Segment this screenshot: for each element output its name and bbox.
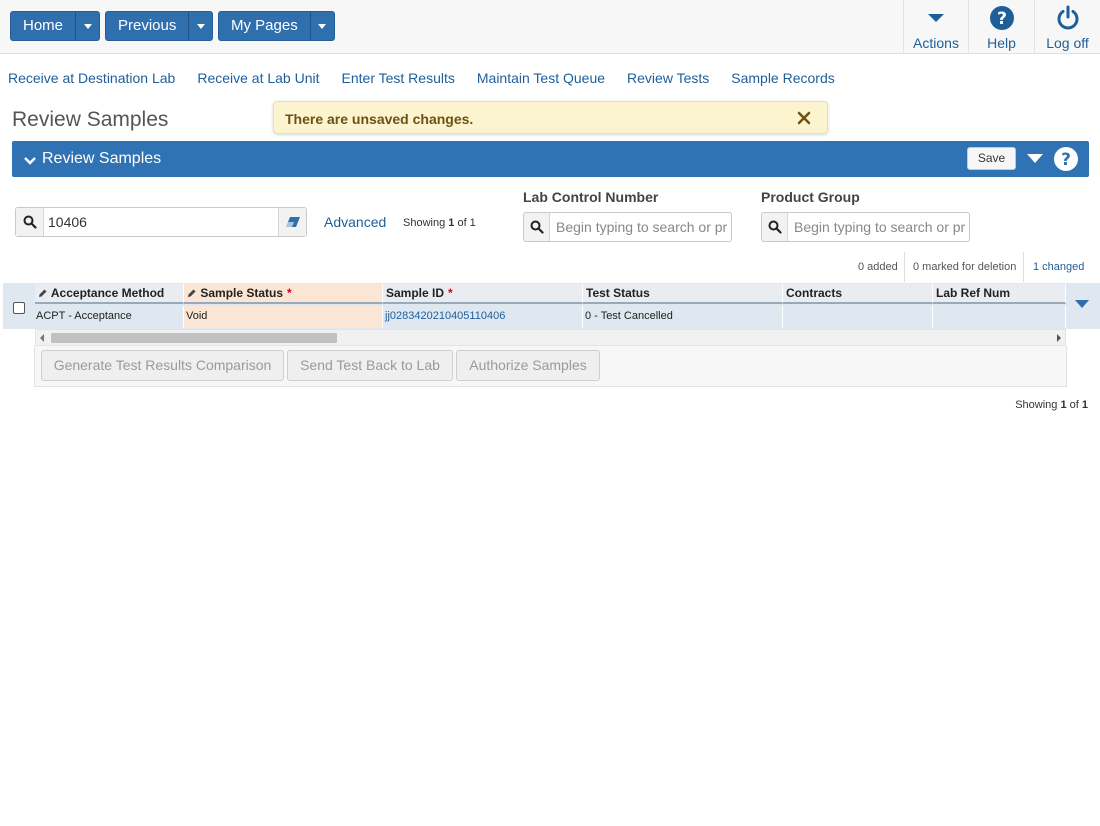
top-navigation-bar: Home Previous My Pages Actions ? Help Lo…: [0, 0, 1100, 54]
select-row-checkbox[interactable]: [13, 302, 25, 314]
product-group-label: Product Group: [761, 189, 860, 205]
product-group-field[interactable]: Begin typing to search or pr: [761, 212, 970, 242]
power-icon: [1055, 4, 1081, 32]
pencil-icon: [188, 289, 196, 297]
my-pages-button-group: My Pages: [218, 11, 335, 41]
cell-acceptance-method[interactable]: ACPT - Acceptance: [34, 306, 184, 328]
footer-showing-prefix: Showing: [1015, 399, 1061, 411]
link-receive-lab-unit[interactable]: Receive at Lab Unit: [197, 70, 319, 86]
link-maintain-test-queue[interactable]: Maintain Test Queue: [477, 70, 605, 86]
help-button[interactable]: ? Help: [968, 0, 1034, 54]
column-header-contracts[interactable]: Contracts: [783, 284, 933, 304]
count-added: 0 added: [858, 261, 898, 273]
panel-title[interactable]: Review Samples: [42, 150, 161, 168]
top-right-actions: Actions ? Help Log off: [903, 0, 1100, 54]
help-label: Help: [987, 35, 1016, 51]
column-header-lab-ref-num[interactable]: Lab Ref Num: [933, 284, 1066, 304]
home-button-group: Home: [10, 11, 101, 41]
showing-prefix: Showing: [403, 217, 449, 229]
count-changed[interactable]: 1 changed: [1023, 252, 1090, 282]
count-marked-deletion: 0 marked for deletion: [904, 252, 1022, 282]
sample-id-label: Sample ID: [386, 286, 445, 300]
svg-text:?: ?: [997, 9, 1007, 29]
required-marker: *: [287, 286, 292, 300]
home-button[interactable]: Home: [11, 12, 75, 40]
test-status-label: Test Status: [586, 286, 650, 300]
close-icon[interactable]: [797, 111, 811, 130]
grid-action-bar: Generate Test Results Comparison Send Te…: [34, 346, 1067, 387]
caret-down-icon: [927, 4, 945, 32]
footer-of: of: [1066, 399, 1082, 411]
product-group-placeholder: Begin typing to search or pr: [794, 219, 966, 235]
quick-links: Receive at Destination Lab Receive at La…: [8, 70, 857, 86]
cell-test-status[interactable]: 0 - Test Cancelled: [583, 306, 783, 328]
actions-label: Actions: [913, 35, 959, 51]
link-receive-destination-lab[interactable]: Receive at Destination Lab: [8, 70, 175, 86]
column-header-sample-status[interactable]: Sample Status *: [184, 284, 383, 304]
row-actions-caret-icon[interactable]: [1075, 300, 1089, 308]
scroll-left-arrow-icon[interactable]: [40, 334, 44, 342]
lab-control-number-field[interactable]: Begin typing to search or pr: [523, 212, 732, 242]
chevron-down-icon: [83, 23, 92, 29]
help-icon: ?: [989, 4, 1015, 32]
panel-menu-caret-icon[interactable]: [1027, 154, 1043, 163]
column-header-acceptance-method[interactable]: Acceptance Method: [35, 284, 184, 304]
generate-test-results-comparison-button[interactable]: Generate Test Results Comparison: [41, 350, 284, 381]
home-dropdown-toggle[interactable]: [75, 12, 99, 40]
page-title: Review Samples: [12, 108, 169, 131]
link-review-tests[interactable]: Review Tests: [627, 70, 709, 86]
chevron-down-icon: [196, 23, 205, 29]
advanced-search-link[interactable]: Advanced: [324, 214, 386, 230]
column-header-sample-id[interactable]: Sample ID *: [383, 284, 583, 304]
cell-sample-status[interactable]: Void: [184, 306, 383, 328]
my-pages-dropdown-toggle[interactable]: [309, 12, 334, 40]
cell-sample-id-link[interactable]: jj0283420210405110406: [383, 306, 583, 328]
previous-button[interactable]: Previous: [106, 12, 188, 40]
actions-menu[interactable]: Actions: [903, 0, 968, 54]
unsaved-changes-alert: There are unsaved changes.: [273, 101, 828, 134]
cell-contracts[interactable]: [783, 306, 933, 328]
horizontal-scrollbar[interactable]: [35, 329, 1066, 346]
previous-dropdown-toggle[interactable]: [188, 12, 212, 40]
search-input[interactable]: 10406: [48, 214, 87, 230]
search-icon: [16, 208, 44, 236]
contracts-label: Contracts: [786, 286, 843, 300]
eraser-icon[interactable]: [278, 208, 306, 236]
lab-ref-num-label: Lab Ref Num: [936, 286, 1011, 300]
scrollbar-thumb[interactable]: [51, 333, 337, 343]
alert-message: There are unsaved changes.: [285, 111, 474, 127]
required-marker: *: [448, 286, 453, 300]
chevron-down-icon: [318, 23, 327, 29]
showing-of: of 1: [454, 217, 476, 229]
my-pages-button[interactable]: My Pages: [219, 12, 310, 40]
footer-total: 1: [1081, 399, 1088, 411]
panel-header: Review Samples Save ?: [12, 141, 1089, 177]
lab-control-number-placeholder: Begin typing to search or pr: [556, 219, 728, 235]
cell-lab-ref-num[interactable]: [933, 306, 1066, 328]
lab-control-number-label: Lab Control Number: [523, 189, 659, 205]
search-icon: [524, 213, 550, 241]
acceptance-method-label: Acceptance Method: [50, 286, 165, 300]
pencil-icon: [39, 289, 47, 297]
column-header-test-status[interactable]: Test Status: [583, 284, 783, 304]
send-test-back-to-lab-button[interactable]: Send Test Back to Lab: [287, 350, 453, 381]
link-enter-test-results[interactable]: Enter Test Results: [342, 70, 455, 86]
sample-search: 10406: [15, 207, 307, 237]
search-icon: [762, 213, 788, 241]
panel-help-icon[interactable]: ?: [1053, 146, 1079, 177]
showing-count-bottom: Showing 1 of 1: [1015, 399, 1088, 411]
svg-text:?: ?: [1061, 150, 1071, 170]
showing-count-top: Showing 1 of 1: [403, 217, 476, 229]
log-off-label: Log off: [1046, 35, 1089, 51]
collapse-chevron-icon[interactable]: [24, 153, 36, 171]
scroll-right-arrow-icon[interactable]: [1057, 334, 1061, 342]
log-off-button[interactable]: Log off: [1034, 0, 1100, 54]
authorize-samples-button[interactable]: Authorize Samples: [456, 350, 600, 381]
sample-status-label: Sample Status: [200, 286, 284, 300]
save-button[interactable]: Save: [967, 147, 1016, 170]
previous-button-group: Previous: [105, 11, 214, 41]
link-sample-records[interactable]: Sample Records: [731, 70, 835, 86]
